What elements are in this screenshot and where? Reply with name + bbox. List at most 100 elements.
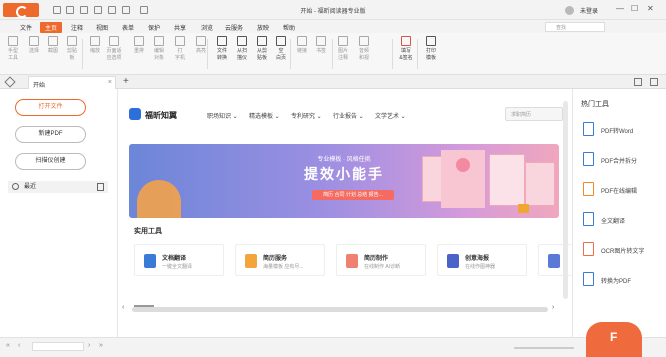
banner-tags: 简历 合同 计划 总结 报告...: [312, 190, 394, 200]
ribbon-tool-icon: [359, 36, 369, 46]
left-panel: 打开文件 新建PDF 扫描仪创建 最近: [0, 89, 118, 337]
scroll-right-icon[interactable]: ›: [552, 304, 554, 311]
menu-7[interactable]: 浏览: [198, 22, 216, 33]
ribbon-button-15[interactable]: 书签: [313, 36, 329, 55]
tool-card-resume-service[interactable]: 简历服务 海量模板 应有尽...: [235, 244, 325, 276]
menu-6[interactable]: 共享: [171, 22, 189, 33]
hot-tool-translate[interactable]: 全文翻译: [583, 212, 666, 226]
menu-0[interactable]: 文件: [17, 22, 35, 33]
ribbon-button-23[interactable]: 打印 模板: [423, 36, 439, 62]
menu-8[interactable]: 云服务: [222, 22, 246, 33]
ribbon-button-17[interactable]: 音频 和视: [356, 36, 372, 62]
ribbon-tool-icon: [276, 36, 286, 46]
tool-card-translate[interactable]: 文档翻译 一键全文翻译: [134, 244, 224, 276]
ribbon-button-0[interactable]: 手型 工具: [5, 36, 21, 62]
ribbon-button-10[interactable]: 文件 转换: [214, 36, 230, 62]
menu-9[interactable]: 放映: [254, 22, 272, 33]
ribbon-button-5[interactable]: 页面适 应选项: [106, 36, 122, 62]
prev-page-icon[interactable]: ‹: [18, 342, 20, 349]
first-page-icon[interactable]: «: [6, 342, 10, 349]
minimize-button[interactable]: —: [616, 4, 624, 13]
last-page-icon[interactable]: »: [99, 342, 103, 349]
ribbon-tool-icon: [109, 36, 119, 46]
ribbon-button-label: 从扫 描仪: [236, 48, 247, 61]
ribbon-tool-icon: [196, 36, 206, 46]
new-tab-button[interactable]: +: [123, 76, 129, 87]
nav-item-patents[interactable]: 专利研究 ⌄: [291, 111, 322, 120]
recent-section[interactable]: 最近: [8, 181, 108, 193]
menu-3[interactable]: 视图: [93, 22, 111, 33]
menu-4[interactable]: 表单: [119, 22, 137, 33]
ribbon-button-label: 手型 工具: [7, 48, 18, 61]
nav-item-reports[interactable]: 行业报告 ⌄: [333, 111, 364, 120]
menu-2[interactable]: 注释: [68, 22, 86, 33]
site-search-input[interactable]: 求职简历: [505, 107, 563, 121]
ribbon-tool-icon: [48, 36, 58, 46]
ribbon-button-3[interactable]: 剪贴 板: [64, 36, 80, 62]
hot-tools-title: 热门工具: [581, 101, 609, 108]
close-icon[interactable]: ×: [108, 79, 112, 86]
login-status[interactable]: 未登录: [580, 6, 598, 15]
ribbon-tool-icon: [316, 36, 326, 46]
ribbon-button-12[interactable]: 从剪 贴板: [254, 36, 270, 62]
hot-tool-ocr[interactable]: OCR图片转文字: [583, 242, 666, 256]
gift-icon[interactable]: [518, 204, 529, 213]
next-page-icon[interactable]: ›: [88, 342, 90, 349]
ribbon-button-13[interactable]: 空 白页: [273, 36, 289, 62]
template-card: [441, 150, 485, 208]
ribbon-button-6[interactable]: 重排: [131, 36, 147, 55]
promo-banner[interactable]: ‹ 专业模板 · 风格任挑 提效小能手 简历 合同 计划 总结 报告...: [129, 144, 559, 218]
ribbon-button-7[interactable]: 编辑 对象: [151, 36, 167, 62]
scroll-left-icon[interactable]: ‹: [122, 304, 124, 311]
zoom-slider[interactable]: [514, 347, 574, 349]
ribbon-button-8[interactable]: 打 字机: [172, 36, 188, 62]
hot-tool-pdf-to-word[interactable]: PDF转Word: [583, 122, 666, 136]
ribbon-button-1[interactable]: 选择: [26, 36, 42, 55]
new-pdf-button[interactable]: 新建PDF: [15, 126, 86, 143]
ribbon-button-16[interactable]: 图片 注释: [335, 36, 351, 62]
ribbon-button-label: 打印 模板: [425, 48, 436, 61]
tool-card-resume-maker[interactable]: 简历制作 在线制作 AI诊断: [336, 244, 426, 276]
nav-item-literature[interactable]: 文学艺术 ⌄: [375, 111, 406, 120]
ribbon-tool-icon: [90, 36, 100, 46]
hot-tool-merge-split[interactable]: PDF合并拆分: [583, 152, 666, 166]
ribbon-button-2[interactable]: 截图: [45, 36, 61, 55]
hot-tool-label: 转换为PDF: [601, 279, 632, 285]
trash-icon[interactable]: [97, 183, 104, 191]
clock-icon: [12, 183, 19, 190]
menu-1[interactable]: 主页: [40, 22, 63, 33]
template-card: [489, 154, 525, 206]
panel-view-icon[interactable]: [650, 78, 658, 86]
ribbon-tool-icon: [217, 36, 227, 46]
open-file-button[interactable]: 打开文件: [15, 99, 86, 116]
right-panel: 热门工具 PDF转Word PDF合并拆分 PDF在线编辑 全文翻译 OCR图片…: [572, 89, 666, 337]
ribbon-tool-icon: [426, 36, 436, 46]
tool-desc: 一键全文翻译: [162, 264, 193, 270]
scan-create-button[interactable]: 扫描仪创建: [15, 153, 86, 170]
hot-tool-to-pdf[interactable]: 转换为PDF: [583, 272, 666, 286]
nav-item-workplace[interactable]: 职场知识 ⌄: [207, 111, 238, 120]
ribbon-button-22[interactable]: 填写 &签名: [398, 36, 414, 62]
scroll-track[interactable]: [132, 307, 548, 312]
ribbon-button-11[interactable]: 从扫 描仪: [234, 36, 250, 62]
page-number-input[interactable]: [32, 342, 84, 351]
tab-bar: 开始 × +: [0, 75, 666, 89]
ribbon-button-4[interactable]: 缩放: [87, 36, 103, 55]
ribbon-search-input[interactable]: 查找: [545, 22, 605, 32]
ribbon-tool-icon: [338, 36, 348, 46]
horizontal-scrollbar[interactable]: ‹ ›: [120, 304, 560, 313]
edit-icon[interactable]: [4, 76, 16, 88]
grid-view-icon[interactable]: [634, 78, 642, 86]
convert-icon: [583, 272, 594, 286]
nav-item-templates[interactable]: 精选模板 ⌄: [249, 111, 280, 120]
user-avatar[interactable]: [565, 6, 574, 15]
menu-5[interactable]: 保护: [145, 22, 163, 33]
maximize-button[interactable]: ☐: [631, 4, 638, 13]
tab-start[interactable]: 开始 ×: [28, 76, 116, 89]
tool-card-poster[interactable]: 创意海报 在线作图神器: [437, 244, 527, 276]
close-button[interactable]: ✕: [647, 4, 654, 13]
hot-tool-online-edit[interactable]: PDF在线编辑: [583, 182, 666, 196]
ribbon-button-14[interactable]: 链接: [294, 36, 310, 55]
menu-10[interactable]: 帮助: [280, 22, 298, 33]
vertical-scrollbar[interactable]: [563, 101, 568, 299]
